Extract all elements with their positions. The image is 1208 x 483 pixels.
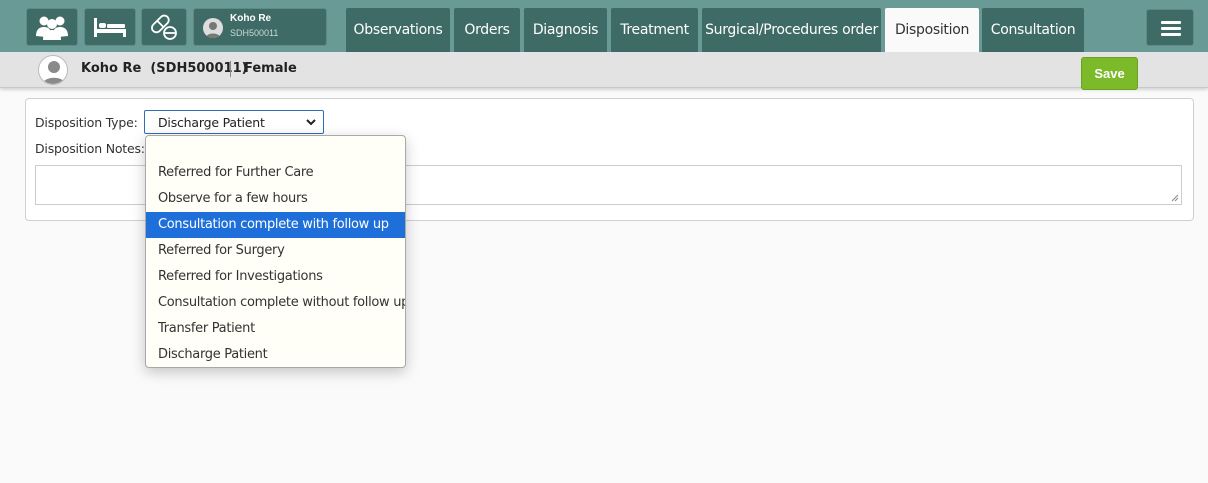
beds-button[interactable]	[84, 8, 136, 46]
dropdown-option[interactable]: Consultation complete without follow up	[146, 290, 405, 316]
patient-chip-name: Koho Re	[230, 13, 272, 24]
dropdown-option[interactable]: Referred for Surgery	[146, 238, 405, 264]
patient-info-bar: Koho Re (SDH500011) Female	[0, 52, 1208, 88]
patients-icon	[36, 16, 68, 40]
patient-gender: Female	[244, 61, 297, 76]
patient-avatar	[38, 55, 68, 85]
patient-chip-id: SDH500011	[230, 28, 279, 38]
dropdown-option-highlighted[interactable]: Consultation complete with follow up	[146, 212, 405, 238]
dropdown-option[interactable]: Referred for Investigations	[146, 264, 405, 290]
patient-chip[interactable]: Koho Re SDH500011	[193, 8, 327, 46]
dropdown-option[interactable]: Discharge Patient	[146, 342, 405, 367]
tab-orders[interactable]: Orders	[454, 8, 520, 52]
main-menu-button[interactable]	[1146, 9, 1194, 46]
bed-icon	[94, 18, 126, 37]
tab-diagnosis[interactable]: Diagnosis	[524, 8, 607, 52]
dropdown-option[interactable]: Observe for a few hours	[146, 186, 405, 212]
tab-observations[interactable]: Observations	[346, 8, 450, 52]
tab-treatment[interactable]: Treatment	[611, 8, 698, 52]
disposition-type-value: Discharge Patient	[158, 115, 265, 130]
tab-consultation[interactable]: Consultation	[982, 8, 1084, 52]
hamburger-menu-icon	[1161, 21, 1181, 24]
top-navigation-bar: Koho Re SDH500011 Observations Orders Di…	[0, 0, 1208, 52]
disposition-type-label: Disposition Type:	[35, 115, 138, 130]
avatar-icon	[203, 18, 223, 38]
pills-icon	[151, 14, 177, 40]
patient-name-id: Koho Re (SDH500011)	[81, 61, 248, 76]
dropdown-option[interactable]: Referred for Further Care	[146, 160, 405, 186]
medications-button[interactable]	[141, 8, 187, 46]
patients-button[interactable]	[26, 8, 78, 46]
disposition-notes-label: Disposition Notes:	[35, 141, 145, 156]
disposition-type-dropdown: Referred for Further Care Observe for a …	[145, 135, 406, 368]
divider	[230, 61, 231, 77]
disposition-type-select[interactable]: Discharge Patient	[144, 110, 324, 134]
chevron-down-icon	[306, 119, 316, 126]
resize-grip-icon[interactable]	[1171, 194, 1179, 202]
save-button[interactable]: Save	[1081, 57, 1138, 90]
tab-disposition[interactable]: Disposition	[885, 8, 979, 52]
person-icon	[42, 61, 66, 84]
tab-surgical-procedures-order[interactable]: Surgical/Procedures order	[702, 8, 881, 52]
dropdown-option[interactable]: Transfer Patient	[146, 316, 405, 342]
